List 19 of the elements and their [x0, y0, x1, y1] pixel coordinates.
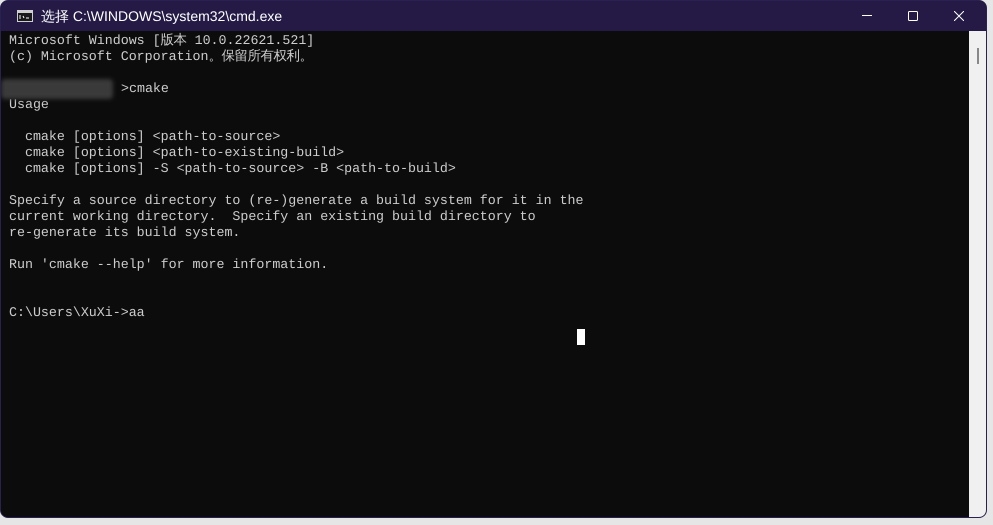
text-cursor: [577, 329, 585, 345]
close-icon: [954, 11, 964, 21]
console-line: >cmake: [121, 81, 169, 97]
console-line: (c) Microsoft Corporation。保留所有权利。: [9, 49, 312, 65]
console-line: Specify a source directory to (re-)generate a build system for it in the: [9, 193, 584, 209]
maximize-icon: [908, 11, 918, 21]
minimize-icon: [862, 15, 872, 17]
terminal-icon: [17, 10, 33, 22]
console-line: current working directory. Specify an existing build directory to: [9, 209, 536, 225]
console-line: cmake [options] -S <path-to-source> -B <path-to-build>: [24, 161, 456, 177]
window-title: 选择 C:\WINDOWS\system32\cmd.exe: [41, 6, 282, 26]
scrollbar-thumb[interactable]: [976, 48, 978, 64]
console-line: re-generate its build system.: [9, 225, 240, 241]
console-line: Usage: [9, 97, 49, 113]
console-line: cmake [options] <path-to-source>: [24, 129, 280, 145]
console-line: Microsoft Windows [版本 10.0.22621.521]: [9, 33, 314, 49]
console-line: C:\Users\XuXi->aa: [9, 305, 145, 321]
console-line: Run 'cmake --help' for more information.: [9, 257, 328, 273]
console-line: cmake [options] <path-to-existing-build>: [24, 145, 344, 161]
